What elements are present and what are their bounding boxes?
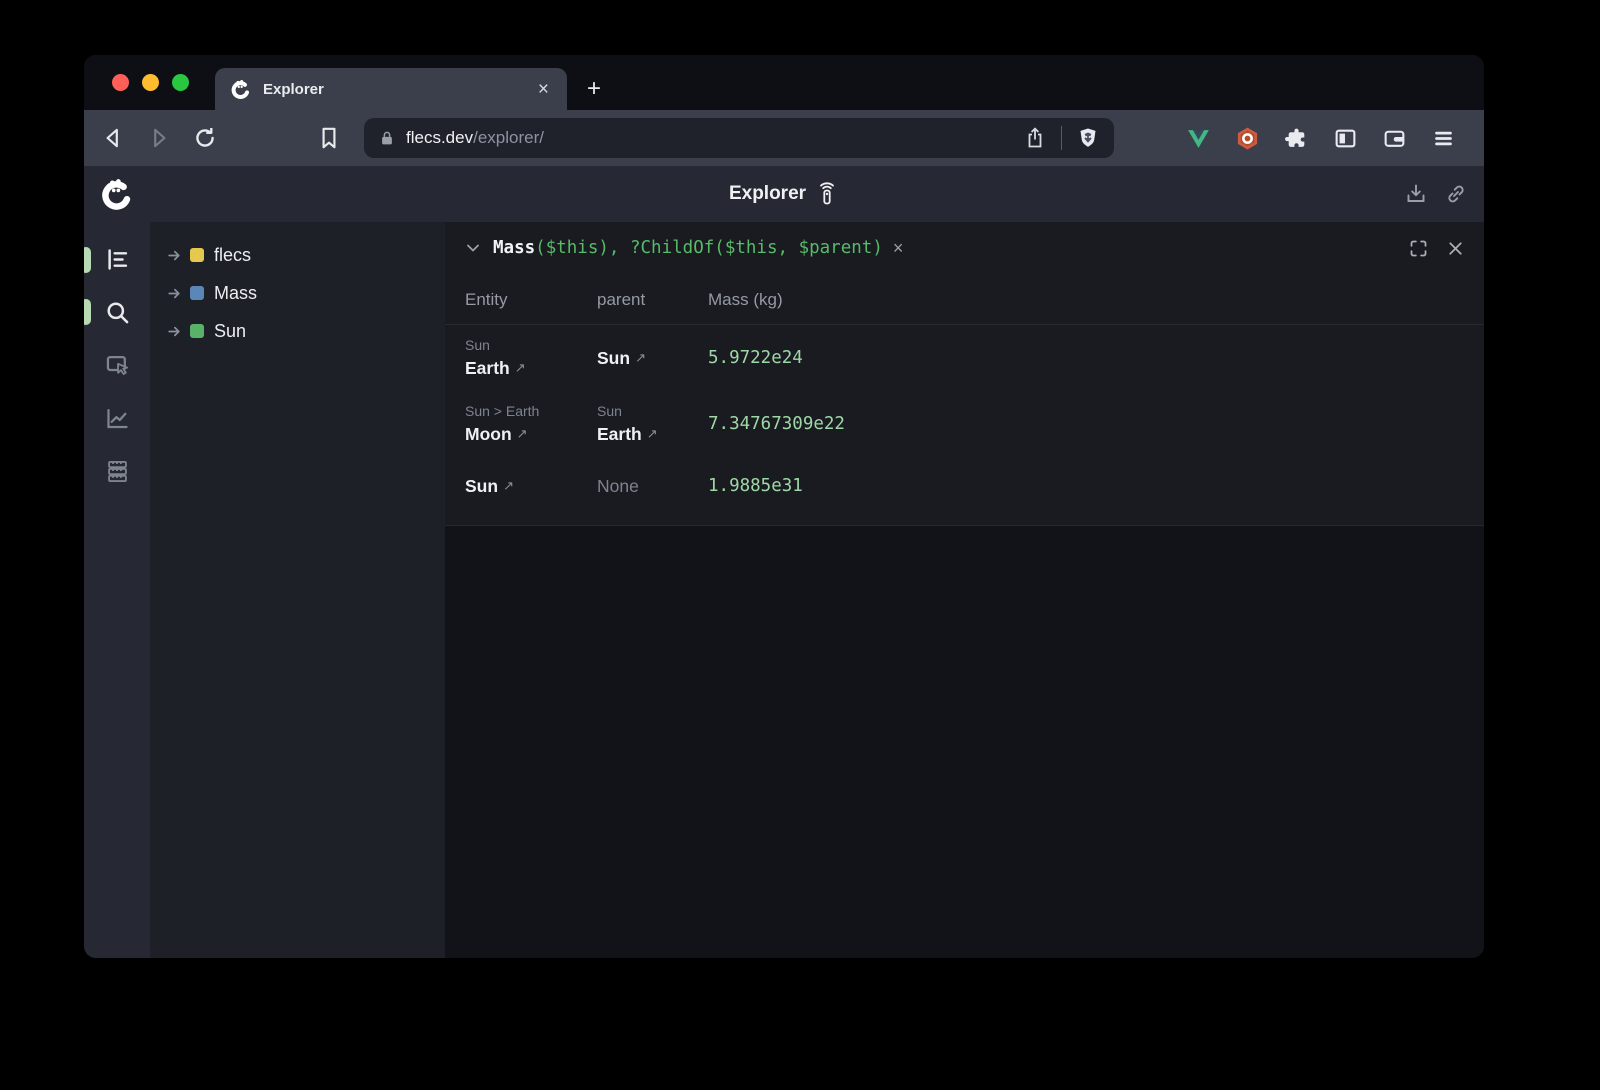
download-icon[interactable]: [1404, 182, 1428, 206]
app-title-group: Explorer: [84, 181, 1484, 207]
query-header: Mass($this), ?ChildOf($this, $parent) ×: [445, 222, 1484, 274]
entity-color-swatch: [190, 248, 204, 262]
tree-item-flecs[interactable]: flecs: [150, 236, 445, 274]
entity-color-swatch: [190, 324, 204, 338]
expand-arrow-icon[interactable]: [166, 247, 183, 264]
query-results-table: Entity parent Mass (kg) Sun Earth↗ Sun↗: [445, 274, 1484, 525]
link-icon[interactable]: [1444, 182, 1468, 206]
column-header-entity: Entity: [465, 290, 597, 310]
query-term-args1: ($this),: [535, 238, 630, 258]
lock-icon: [378, 129, 396, 147]
back-icon[interactable]: [100, 125, 126, 151]
tree-item-sun[interactable]: Sun: [150, 312, 445, 350]
url-path: /explorer/: [473, 128, 544, 147]
mass-value: 5.9722e24: [708, 348, 1484, 368]
extensions-puzzle-icon[interactable]: [1284, 126, 1309, 151]
column-header-parent: parent: [597, 290, 708, 310]
page-title: Explorer: [729, 183, 806, 205]
table-row: Sun↗ None 1.9885e31: [445, 457, 1484, 515]
active-indicator-search: [84, 299, 91, 325]
icon-sidebar: [84, 222, 150, 958]
entity-link[interactable]: Earth↗: [465, 355, 597, 381]
app-header: Explorer: [84, 166, 1484, 222]
tree-item-label: flecs: [214, 245, 251, 266]
hexagon-extension-icon[interactable]: [1235, 126, 1260, 151]
tab-title: Explorer: [263, 81, 534, 98]
inspector-icon[interactable]: [104, 352, 131, 379]
url-text[interactable]: flecs.dev/explorer/: [406, 128, 1023, 148]
entity-path: Sun > Earth: [465, 401, 597, 421]
tab-bar: Explorer × +: [84, 55, 1484, 110]
mass-value: 7.34767309e22: [708, 414, 1484, 434]
expand-arrow-icon[interactable]: [166, 323, 183, 340]
tree-item-label: Mass: [214, 283, 257, 304]
external-link-icon: ↗: [647, 421, 658, 447]
external-link-icon: ↗: [635, 345, 646, 371]
external-link-icon: ↗: [517, 421, 528, 447]
parent-none-value: None: [597, 476, 708, 497]
remote-connection-icon: [815, 181, 839, 207]
query-term-childof: ?ChildOf: [630, 238, 714, 258]
reload-icon[interactable]: [192, 125, 218, 151]
close-window-button[interactable]: [112, 74, 129, 91]
parent-link[interactable]: Earth↗: [597, 421, 708, 447]
flecs-logo-icon: [98, 176, 135, 213]
mass-value: 1.9885e31: [708, 476, 1484, 496]
maximize-window-button[interactable]: [172, 74, 189, 91]
table-row: Sun > Earth Moon↗ Sun Earth↗ 7.34767309e…: [445, 391, 1484, 457]
external-link-icon: ↗: [503, 473, 514, 499]
sidebar-toggle-icon[interactable]: [1333, 126, 1358, 151]
table-row: Sun Earth↗ Sun↗ 5.9722e24: [445, 325, 1484, 391]
flecs-favicon-icon: [229, 78, 252, 101]
vue-devtools-icon[interactable]: [1186, 126, 1211, 151]
wallet-icon[interactable]: [1382, 126, 1407, 151]
address-bar[interactable]: flecs.dev/explorer/: [364, 118, 1114, 158]
new-tab-button[interactable]: +: [587, 77, 601, 101]
browser-toolbar: flecs.dev/explorer/: [84, 110, 1484, 166]
tree-item-mass[interactable]: Mass: [150, 274, 445, 312]
tab-explorer[interactable]: Explorer ×: [215, 68, 567, 110]
tree-item-label: Sun: [214, 321, 246, 342]
query-expression[interactable]: Mass($this), ?ChildOf($this, $parent): [493, 238, 883, 258]
brave-shield-icon[interactable]: [1076, 126, 1100, 150]
close-panel-icon[interactable]: [1445, 238, 1466, 259]
tab-close-icon[interactable]: ×: [534, 78, 553, 101]
query-clear-icon[interactable]: ×: [893, 238, 904, 259]
query-panel-actions: [1408, 238, 1466, 259]
parent-path: Sun: [597, 401, 708, 421]
forward-icon[interactable]: [146, 125, 172, 151]
header-actions: [1404, 182, 1468, 206]
tree-view-icon[interactable]: [104, 246, 131, 273]
table-header-row: Entity parent Mass (kg): [445, 274, 1484, 324]
bookmark-icon[interactable]: [316, 125, 342, 151]
main-content: flecs Mass Sun: [84, 222, 1484, 958]
query-term-args2: ($this, $parent): [714, 238, 883, 258]
query-panel: Mass($this), ?ChildOf($this, $parent) × …: [445, 222, 1484, 958]
url-domain: flecs.dev: [406, 128, 473, 147]
parent-link[interactable]: Sun↗: [597, 345, 708, 371]
entity-path: Sun: [465, 335, 597, 355]
chart-icon[interactable]: [104, 405, 131, 432]
menu-hamburger-icon[interactable]: [1431, 126, 1456, 151]
chevron-down-icon[interactable]: [463, 238, 483, 258]
external-link-icon: ↗: [515, 355, 526, 381]
extensions-area: [1186, 126, 1456, 151]
entity-tree-panel: flecs Mass Sun: [150, 222, 445, 958]
entity-color-swatch: [190, 286, 204, 300]
search-icon[interactable]: [104, 299, 131, 326]
traffic-lights: [112, 74, 189, 91]
stats-icon[interactable]: [104, 458, 131, 485]
entity-link[interactable]: Moon↗: [465, 421, 597, 447]
query-term-mass: Mass: [493, 238, 535, 258]
column-header-mass: Mass (kg): [708, 290, 1484, 310]
expand-arrow-icon[interactable]: [166, 285, 183, 302]
browser-window: Explorer × + flecs.dev/explorer/: [84, 55, 1484, 958]
minimize-window-button[interactable]: [142, 74, 159, 91]
share-icon[interactable]: [1023, 126, 1047, 150]
toolbar-divider: [1061, 126, 1063, 150]
active-indicator-tree: [84, 247, 91, 273]
fullscreen-icon[interactable]: [1408, 238, 1429, 259]
query-panel-empty-area: [445, 526, 1484, 958]
entity-link[interactable]: Sun↗: [465, 473, 597, 499]
